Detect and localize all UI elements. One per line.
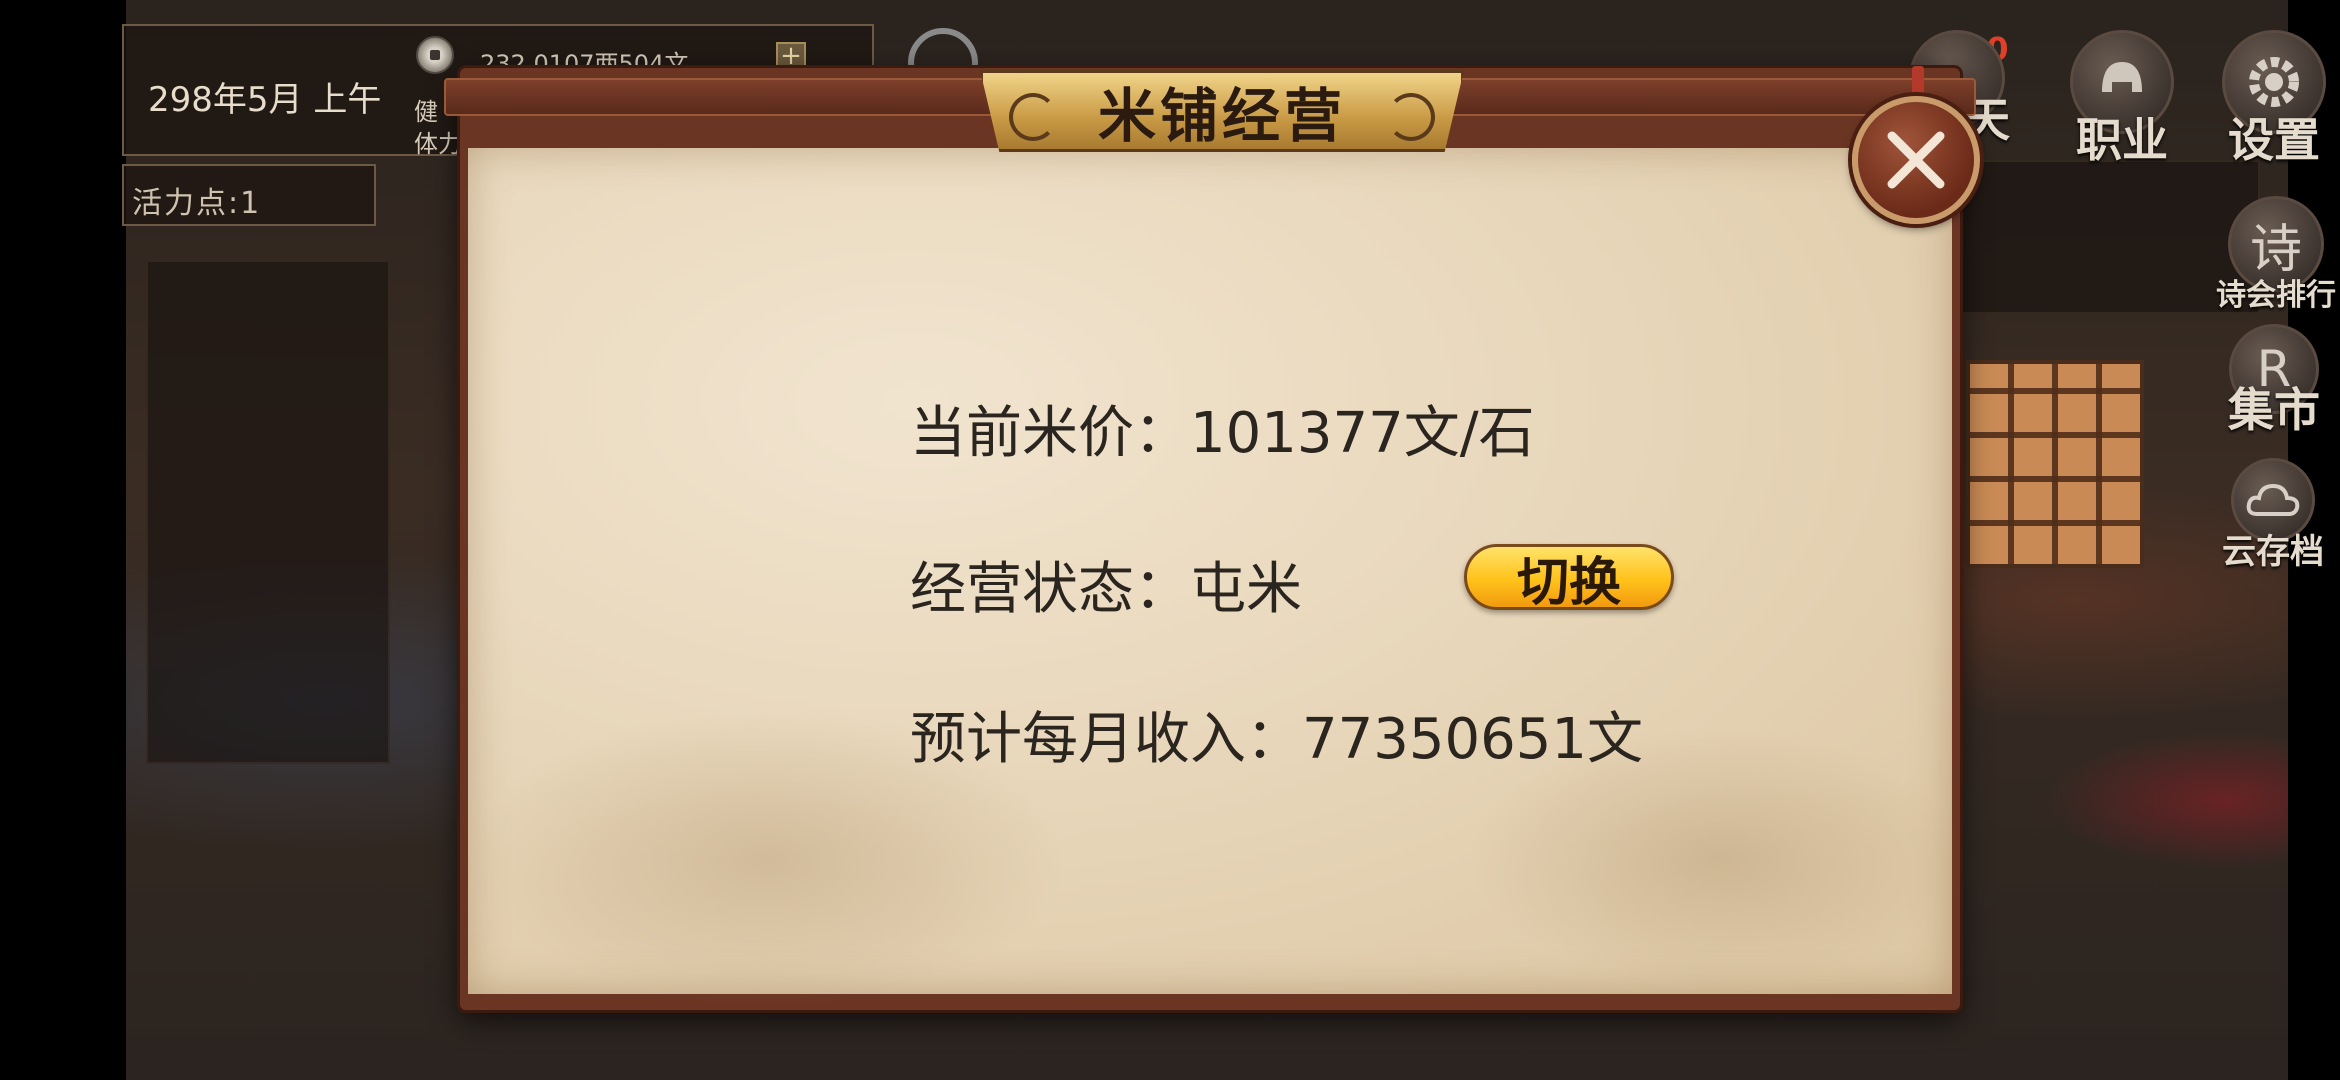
- close-button[interactable]: [1852, 96, 1980, 224]
- close-icon: [1887, 131, 1945, 189]
- business-status-value: 屯米: [1190, 557, 1302, 622]
- rice-price-label: 当前米价：: [910, 401, 1190, 466]
- window-lattice: [1966, 360, 2144, 568]
- dialog-title: 米铺经营: [1097, 82, 1346, 150]
- rice-shop-dialog: [444, 68, 1976, 1010]
- vitality-panel: 活力点:1: [122, 164, 376, 226]
- market-label: 集市: [2228, 383, 2320, 437]
- cloud-save-label: 云存档: [2222, 532, 2324, 572]
- career-button[interactable]: 职业: [2062, 30, 2182, 170]
- title-plaque: 米铺经营: [980, 70, 1464, 152]
- cloud-save-button[interactable]: 云存档: [2210, 458, 2336, 573]
- career-label: 职业: [2076, 113, 2168, 167]
- poetry-ranking-label: 诗会排行: [2216, 278, 2336, 313]
- settings-label: 设置: [2228, 113, 2320, 167]
- poetry-ranking-button[interactable]: 诗 诗会排行: [2212, 196, 2340, 314]
- game-date: 298年5月 上午: [148, 80, 382, 120]
- business-status-row: 经营状态：屯米: [910, 544, 1302, 625]
- stamina-label: 体力: [414, 130, 462, 158]
- vitality-points: 活力点:1: [132, 186, 262, 221]
- shelf-decoration: [146, 260, 390, 764]
- monthly-income-row: 预计每月收入：77350651文: [910, 694, 1643, 775]
- market-button[interactable]: R 集市: [2214, 324, 2334, 440]
- health-label: 健: [414, 98, 438, 126]
- rice-price-row: 当前米价：101377文/石: [910, 388, 1535, 469]
- business-status-label: 经营状态：: [910, 557, 1190, 622]
- switch-button[interactable]: 切换: [1464, 544, 1674, 613]
- coin-icon: [416, 36, 454, 74]
- rice-price-value: 101377文/石: [1190, 401, 1535, 466]
- settings-button[interactable]: 设置: [2214, 30, 2334, 170]
- monthly-income-label: 预计每月收入：: [910, 707, 1302, 772]
- monthly-income-value: 77350651文: [1302, 707, 1644, 772]
